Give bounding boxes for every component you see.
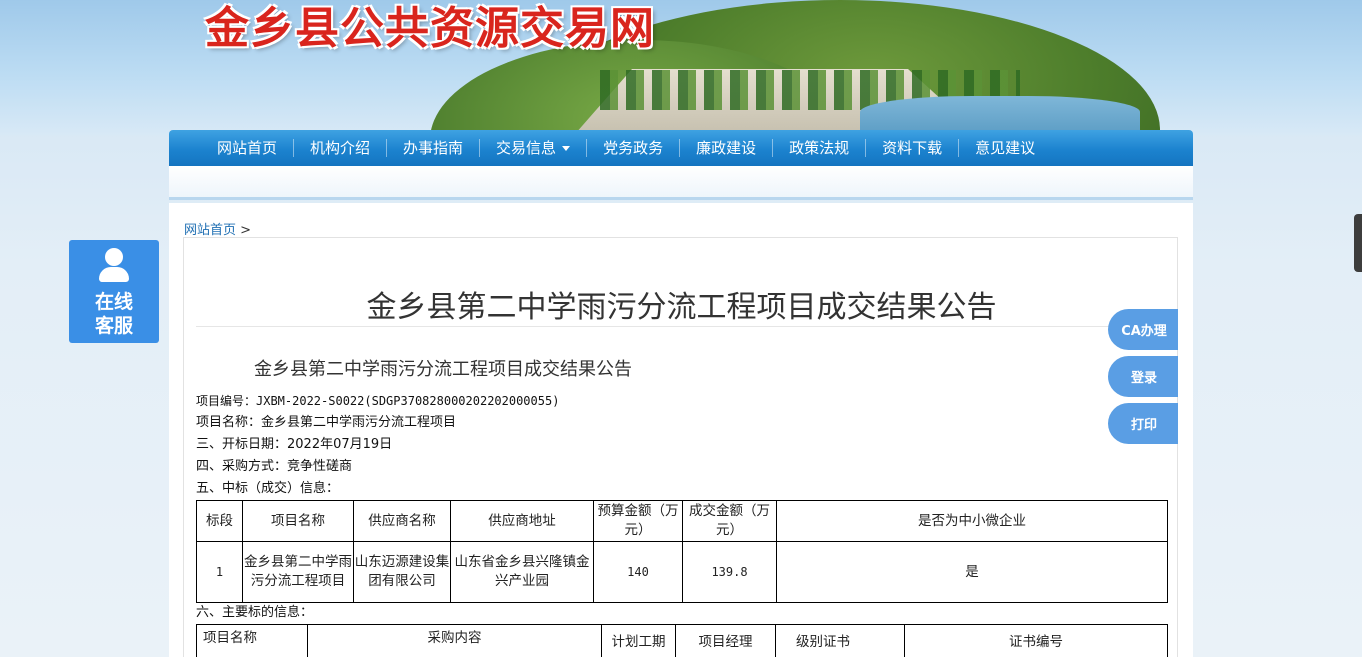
table-header: 项目经理 bbox=[675, 624, 776, 657]
breadcrumb-separator: > bbox=[240, 223, 252, 238]
table-header: 成交金额（万元） bbox=[682, 500, 777, 542]
nav-item-trade-info-label: 交易信息 bbox=[496, 139, 557, 157]
open-date: 三、开标日期：2022年07月19日 bbox=[196, 437, 393, 452]
table-header: 供应商名称 bbox=[353, 500, 451, 542]
table-cell: 1 bbox=[196, 541, 243, 603]
main-nav: 网站首页 机构介绍 办事指南 交易信息 党务政务 廉政建设 政策法规 资料下载 … bbox=[169, 130, 1193, 166]
online-service-label: 在线 客服 bbox=[69, 290, 159, 338]
nav-item-policy[interactable]: 政策法规 bbox=[773, 139, 867, 157]
table-header: 证书编号 bbox=[904, 624, 1168, 657]
user-icon-body bbox=[99, 267, 129, 282]
article-card: 金乡县第二中学雨污分流工程项目成交结果公告 金乡县第二中学雨污分流工程项目成交结… bbox=[183, 237, 1178, 657]
nav-item-about[interactable]: 机构介绍 bbox=[294, 139, 388, 157]
nav-item-integrity[interactable]: 廉政建设 bbox=[680, 139, 774, 157]
award-table: 标段 项目名称 供应商名称 供应商地址 预算金额（万元） 成交金额（万元） 是否… bbox=[196, 500, 1168, 603]
table-header: 项目名称 bbox=[242, 500, 354, 542]
table-cell: 山东迈源建设集团有限公司 bbox=[353, 541, 451, 603]
site-title: 金乡县公共资源交易网 bbox=[205, 3, 655, 54]
login-button[interactable]: 登录 bbox=[1108, 356, 1178, 397]
table-header: 采购内容 bbox=[307, 624, 602, 657]
side-scroll-tab[interactable] bbox=[1354, 214, 1362, 272]
nav-item-guide[interactable]: 办事指南 bbox=[387, 139, 481, 157]
print-button[interactable]: 打印 bbox=[1108, 403, 1178, 444]
nav-item-home[interactable]: 网站首页 bbox=[201, 139, 295, 157]
main-content: 网站首页 > 金乡县第二中学雨污分流工程项目成交结果公告 金乡县第二中学雨污分流… bbox=[169, 203, 1193, 657]
table-cell: 139.8 bbox=[682, 541, 777, 603]
main-subject-title: 六、主要标的信息： bbox=[196, 605, 314, 620]
ca-service-button[interactable]: CA办理 bbox=[1108, 309, 1178, 350]
table-header: 供应商地址 bbox=[450, 500, 594, 542]
table-header: 预算金额（万元） bbox=[593, 500, 683, 542]
sub-nav-bar bbox=[169, 166, 1193, 200]
nav-item-trade-info[interactable]: 交易信息 bbox=[480, 139, 588, 157]
table-header: 是否为中小微企业 bbox=[776, 500, 1168, 542]
page-title: 金乡县第二中学雨污分流工程项目成交结果公告 bbox=[366, 290, 997, 325]
procurement-method: 四、采购方式：竞争性磋商 bbox=[196, 459, 353, 474]
table-cell: 山东省金乡县兴隆镇金兴产业园 bbox=[450, 541, 594, 603]
project-number: 项目编号：JXBM-2022-S0022(SDGP370828000202202… bbox=[196, 394, 560, 408]
main-subject-table: 项目名称 采购内容 计划工期 项目经理 级别证书 证书编号 bbox=[196, 624, 1168, 657]
table-header-row: 标段 项目名称 供应商名称 供应商地址 预算金额（万元） 成交金额（万元） 是否… bbox=[196, 500, 1168, 542]
user-icon bbox=[105, 248, 123, 266]
table-header: 项目名称 bbox=[196, 624, 308, 657]
table-cell: 金乡县第二中学雨污分流工程项目 bbox=[242, 541, 354, 603]
nav-item-feedback[interactable]: 意见建议 bbox=[959, 139, 1051, 157]
breadcrumb: 网站首页 > bbox=[184, 219, 251, 238]
title-divider bbox=[196, 326, 1166, 327]
table-header: 计划工期 bbox=[601, 624, 676, 657]
award-info-title: 五、中标（成交）信息： bbox=[196, 481, 340, 496]
nav-item-party-affairs[interactable]: 党务政务 bbox=[587, 139, 681, 157]
online-service-widget[interactable]: 在线 客服 bbox=[69, 240, 159, 343]
online-service-line2: 客服 bbox=[94, 315, 133, 337]
chevron-down-icon bbox=[562, 146, 571, 151]
table-header-row: 项目名称 采购内容 计划工期 项目经理 级别证书 证书编号 bbox=[196, 624, 1168, 657]
nav-item-downloads[interactable]: 资料下载 bbox=[866, 139, 960, 157]
table-row: 1 金乡县第二中学雨污分流工程项目 山东迈源建设集团有限公司 山东省金乡县兴隆镇… bbox=[196, 541, 1168, 603]
table-cell: 是 bbox=[776, 541, 1168, 603]
table-header: 级别证书 bbox=[775, 624, 905, 657]
header-banner: 金乡县公共资源交易网 bbox=[0, 0, 1362, 135]
breadcrumb-home-link[interactable]: 网站首页 bbox=[184, 223, 236, 238]
online-service-line1: 在线 bbox=[94, 291, 133, 313]
table-header: 标段 bbox=[196, 500, 243, 542]
project-name: 项目名称：金乡县第二中学雨污分流工程项目 bbox=[196, 415, 457, 430]
table-cell: 140 bbox=[593, 541, 683, 603]
document-heading: 金乡县第二中学雨污分流工程项目成交结果公告 bbox=[254, 359, 632, 380]
